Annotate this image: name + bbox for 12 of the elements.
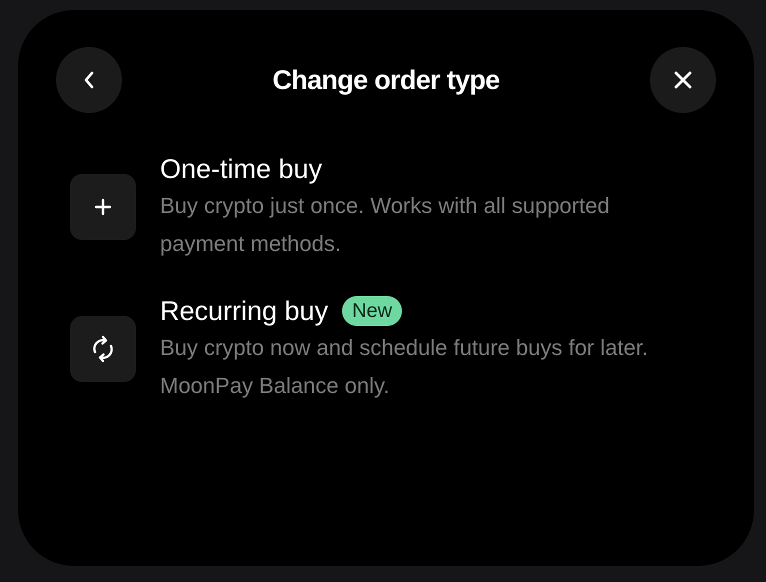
dialog-title: Change order type	[272, 64, 500, 97]
option-title[interactable]: One-time buy	[160, 151, 322, 187]
close-icon	[672, 70, 693, 90]
back-icon	[83, 70, 95, 90]
refresh-icon	[90, 335, 116, 363]
option-icon-tile[interactable]	[70, 174, 136, 240]
option-icon-tile[interactable]	[70, 316, 136, 382]
option-description: Buy crypto now and schedule future buys for later. MoonPay Balance only.	[160, 334, 649, 400]
option-title[interactable]: Recurring buy	[160, 293, 328, 329]
new-badge: New	[342, 296, 402, 326]
plus-icon	[94, 198, 112, 216]
option-description: Buy crypto just once. Works with all supported payment methods.	[160, 192, 611, 258]
